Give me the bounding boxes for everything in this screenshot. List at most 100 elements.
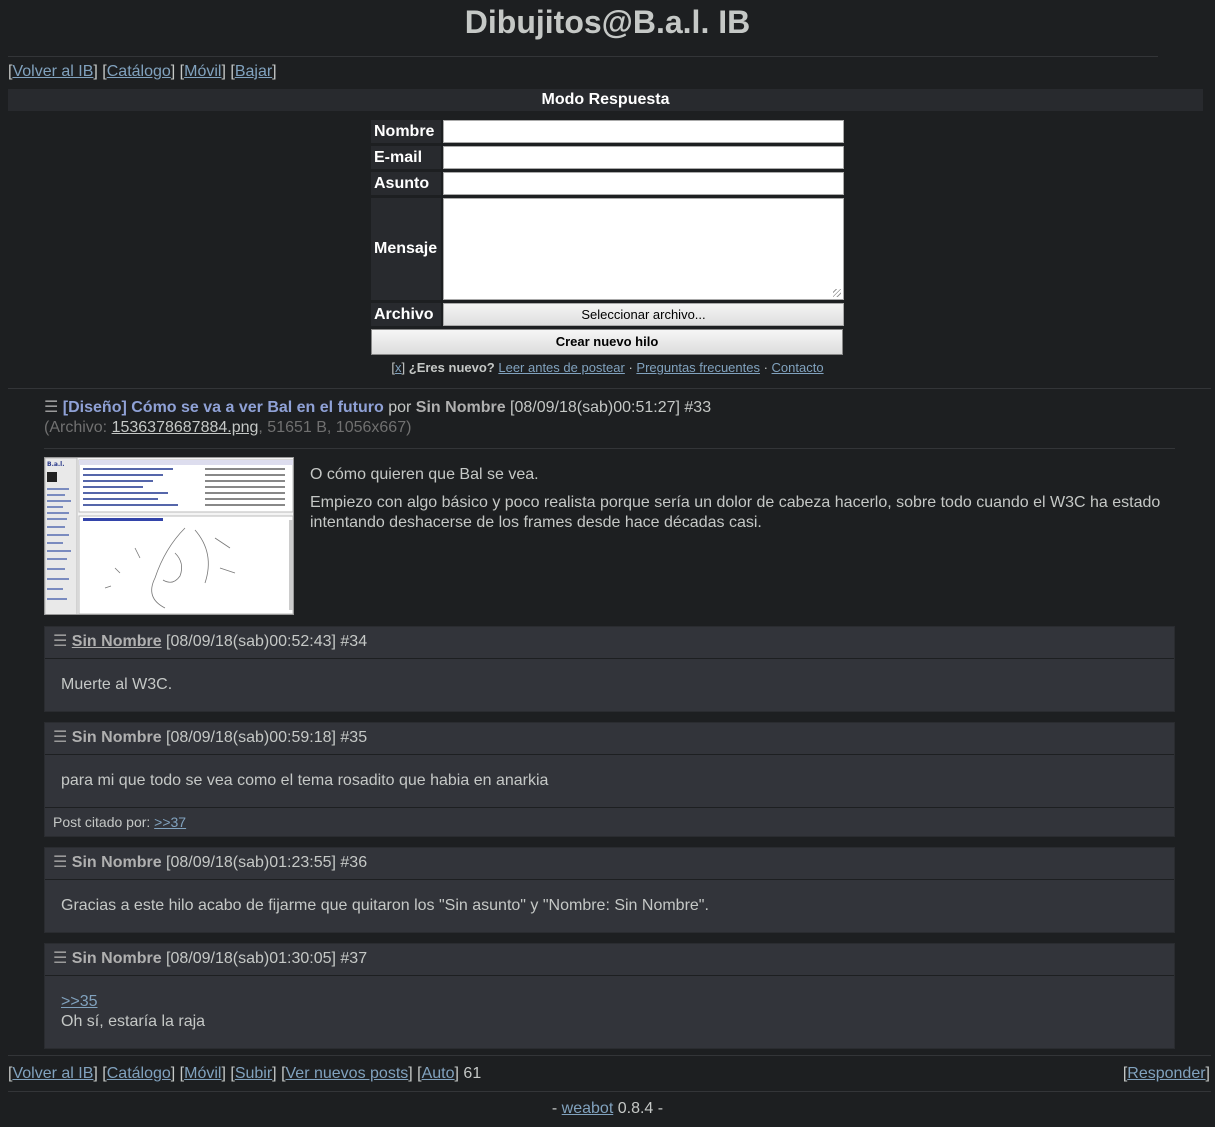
site-title: Dibujitos@B.a.l. IB [464, 4, 751, 40]
nav-volver-link[interactable]: Volver al IB [12, 63, 93, 80]
reply-message: Gracias a este hilo acabo de fijarme que… [61, 897, 709, 914]
subject-row: Asunto [371, 172, 844, 195]
reply-number[interactable]: #35 [340, 729, 367, 746]
op-by: por [388, 399, 412, 416]
name-row: Nombre [371, 120, 844, 143]
reply-message: Oh sí, estaría la raja [61, 1013, 206, 1030]
reply-number[interactable]: #36 [340, 854, 367, 871]
reply-name-link[interactable]: Sin Nombre [72, 633, 162, 650]
file-row: Archivo Seleccionar archivo... [371, 303, 844, 326]
op-message: O cómo quieren que Bal se vea. Empiezo c… [310, 465, 1175, 615]
file-meta: , 51651 B, 1056x667) [258, 419, 412, 436]
reply-header: ☰ Sin Nombre [08/09/18(sab)01:30:05] #37 [45, 944, 1174, 976]
close-rules-link[interactable]: x [395, 360, 402, 375]
op-body: B.a.l. O cómo quieren que Bal se vea. Em… [44, 457, 1175, 615]
reply-number[interactable]: #37 [340, 950, 367, 967]
top-navbar: [Volver al IB] [Catálogo] [Móvil] [Bajar… [8, 63, 277, 80]
reply-header: ☰ Sin Nombre [08/09/18(sab)00:59:18] #35 [45, 723, 1174, 755]
cited-label: Post citado por: [53, 814, 151, 830]
message-row: Mensaje [371, 198, 844, 300]
reply-post: ☰ Sin Nombre [08/09/18(sab)00:52:43] #34… [44, 626, 1175, 712]
read-before-link[interactable]: Leer antes de postear [498, 360, 624, 375]
footer: - weabot 0.8.4 - [551, 1100, 664, 1117]
menu-icon[interactable]: ☰ [53, 729, 67, 746]
subject-label: Asunto [371, 172, 441, 195]
respond-link[interactable]: Responder [1127, 1065, 1205, 1082]
reply-number[interactable]: #34 [340, 633, 367, 650]
file-prefix: (Archivo: [44, 419, 108, 436]
reply-date: [08/09/18(sab)01:30:05] [166, 950, 336, 967]
divider [8, 56, 1158, 57]
subject-input[interactable] [443, 172, 844, 195]
reply-message-container: >>35 Oh sí, estaría la raja [45, 976, 1174, 1048]
name-label: Nombre [371, 120, 441, 143]
new-user-question: ¿Eres nuevo? [408, 360, 495, 375]
menu-icon[interactable]: ☰ [53, 854, 67, 871]
reply-message: para mi que todo se vea como el tema ros… [61, 772, 549, 789]
email-row: E-mail [371, 146, 844, 169]
reply-post: ☰ Sin Nombre [08/09/18(sab)01:30:05] #37… [44, 943, 1175, 1049]
reply-header: ☰ Sin Nombre [08/09/18(sab)01:23:55] #36 [45, 848, 1174, 880]
reply-header: ☰ Sin Nombre [08/09/18(sab)00:52:43] #34 [45, 627, 1174, 659]
op-number[interactable]: #33 [684, 399, 711, 416]
post-form: Nombre E-mail Asunto Mensaje Archivo Sel… [371, 120, 844, 375]
op-thumbnail[interactable]: B.a.l. [44, 457, 294, 615]
email-input[interactable] [443, 146, 844, 169]
reply-date: [08/09/18(sab)01:23:55] [166, 854, 336, 871]
op-subject: [Diseño] Cómo se va a ver Bal en el futu… [62, 399, 384, 416]
reply-mode-banner: Modo Respuesta [8, 89, 1203, 111]
faq-link[interactable]: Preguntas frecuentes [636, 360, 760, 375]
op-header: ☰ [Diseño] Cómo se va a ver Bal en el fu… [44, 398, 1175, 418]
nav-new-posts-link[interactable]: Ver nuevos posts [286, 1065, 409, 1082]
reply-name: Sin Nombre [71, 854, 162, 871]
reply-name: Sin Nombre [71, 729, 162, 746]
message-textarea[interactable] [443, 198, 844, 300]
divider [8, 1091, 1211, 1092]
nav-movil-link[interactable]: Móvil [184, 1065, 221, 1082]
op-name: Sin Nombre [415, 399, 506, 416]
divider [44, 448, 1175, 449]
nav-bajar-link[interactable]: Bajar [235, 63, 272, 80]
nav-subir-link[interactable]: Subir [235, 1065, 272, 1082]
nav-catalogo-link[interactable]: Catálogo [107, 1065, 171, 1082]
op-date: [08/09/18(sab)00:51:27] [510, 399, 680, 416]
nav-auto-link[interactable]: Auto [422, 1065, 455, 1082]
weabot-link[interactable]: weabot [562, 1100, 614, 1117]
svg-text:B.a.l.: B.a.l. [47, 461, 65, 468]
cited-link[interactable]: >>37 [154, 814, 186, 830]
email-label: E-mail [371, 146, 441, 169]
resize-grip-icon[interactable] [833, 289, 841, 297]
create-thread-button[interactable]: Crear nuevo hilo [371, 329, 843, 355]
nav-volver-link[interactable]: Volver al IB [12, 1065, 93, 1082]
auto-count: 61 [463, 1065, 482, 1082]
nav-catalogo-link[interactable]: Catálogo [107, 63, 171, 80]
menu-icon[interactable]: ☰ [53, 950, 67, 967]
menu-icon[interactable]: ☰ [44, 399, 58, 416]
file-label: Archivo [371, 303, 441, 326]
thread: ☰ [Diseño] Cómo se va a ver Bal en el fu… [44, 398, 1175, 1049]
menu-icon[interactable]: ☰ [53, 633, 67, 650]
contact-link[interactable]: Contacto [772, 360, 824, 375]
op-file-link[interactable]: 1536378687884.png [112, 419, 259, 436]
op-message-line: O cómo quieren que Bal se vea. [310, 466, 539, 483]
op-fileinfo: (Archivo: 1536378687884.png, 51651 B, 10… [44, 418, 1175, 438]
op-message-line: Empiezo con algo básico y poco realista … [310, 494, 1161, 531]
reply-post: ☰ Sin Nombre [08/09/18(sab)00:59:18] #35… [44, 722, 1175, 837]
form-rules: [x] ¿Eres nuevo? Leer antes de postear ·… [391, 360, 824, 375]
thumbnail-image: B.a.l. [45, 458, 293, 614]
footer-version: 0.8.4 [617, 1100, 654, 1117]
divider [8, 1055, 1211, 1056]
divider [8, 388, 1211, 389]
reply-date: [08/09/18(sab)00:59:18] [166, 729, 336, 746]
file-select-button[interactable]: Seleccionar archivo... [443, 303, 844, 326]
reply-date: [08/09/18(sab)00:52:43] [166, 633, 336, 650]
cited-by: Post citado por: >>37 [45, 807, 1174, 836]
reply-message: Muerte al W3C. [61, 676, 173, 693]
quote-link[interactable]: >>35 [61, 993, 97, 1010]
bottom-navbar: [Volver al IB] [Catálogo] [Móvil] [Subir… [8, 1065, 482, 1082]
nav-movil-link[interactable]: Móvil [184, 63, 221, 80]
reply-post: ☰ Sin Nombre [08/09/18(sab)01:23:55] #36… [44, 847, 1175, 933]
name-input[interactable] [443, 120, 844, 143]
respond-nav: [Responder] [1122, 1065, 1210, 1082]
reply-name: Sin Nombre [71, 950, 162, 967]
